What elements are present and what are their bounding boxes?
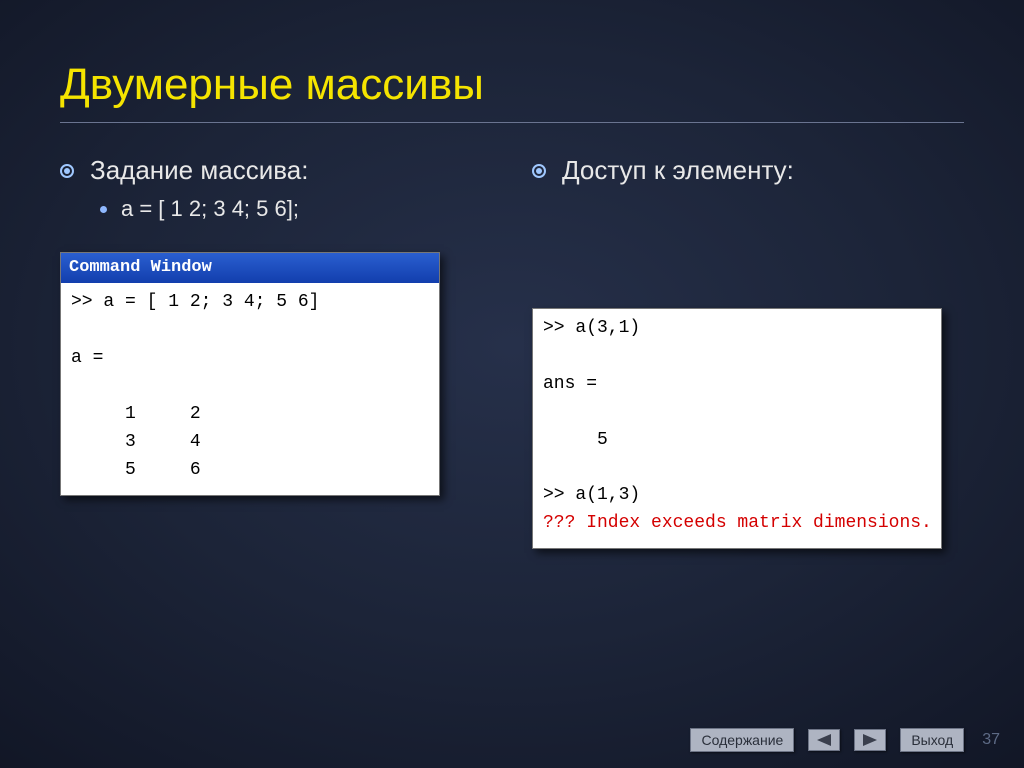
- arrow-left-icon: [817, 734, 831, 746]
- right-column: Доступ к элементу: >> a(3,1) ans = 5 >> …: [532, 155, 964, 549]
- left-code-example: a = [ 1 2; 3 4; 5 6];: [121, 196, 299, 222]
- terminal-error-text: ??? Index exceeds matrix dimensions.: [543, 513, 932, 533]
- command-window-right-content: >> a(3,1) ans = 5 >> a(1,3) ??? Index ex…: [533, 309, 941, 548]
- disc-bullet-icon: [100, 206, 107, 213]
- title-underline: [60, 122, 964, 123]
- contents-button[interactable]: Содержание: [690, 728, 794, 752]
- next-button[interactable]: [854, 729, 886, 751]
- command-window-titlebar: Command Window: [61, 253, 439, 283]
- exit-button[interactable]: Выход: [900, 728, 964, 752]
- slide-title: Двумерные массивы: [60, 60, 964, 110]
- command-window-right: >> a(3,1) ans = 5 >> a(1,3) ??? Index ex…: [532, 308, 942, 549]
- content-columns: Задание массива: a = [ 1 2; 3 4; 5 6]; C…: [60, 155, 964, 549]
- right-heading-text: Доступ к элементу:: [562, 155, 794, 186]
- command-window-left: Command Window >> a = [ 1 2; 3 4; 5 6] a…: [60, 252, 440, 496]
- target-bullet-icon: [60, 164, 74, 178]
- left-column: Задание массива: a = [ 1 2; 3 4; 5 6]; C…: [60, 155, 492, 549]
- right-heading-bullet: Доступ к элементу:: [532, 155, 964, 186]
- command-window-left-content: >> a = [ 1 2; 3 4; 5 6] a = 1 2 3 4 5 6: [61, 283, 439, 494]
- target-bullet-icon: [532, 164, 546, 178]
- slide: Двумерные массивы Задание массива: a = […: [0, 0, 1024, 768]
- prev-button[interactable]: [808, 729, 840, 751]
- left-heading-bullet: Задание массива:: [60, 155, 492, 186]
- left-heading-text: Задание массива:: [90, 155, 308, 186]
- footer-nav: Содержание Выход 37: [690, 728, 1000, 752]
- arrow-right-icon: [863, 734, 877, 746]
- left-subbullet: a = [ 1 2; 3 4; 5 6];: [100, 196, 492, 222]
- terminal-output-text: >> a(3,1) ans = 5 >> a(1,3): [543, 318, 640, 505]
- page-number: 37: [982, 731, 1000, 749]
